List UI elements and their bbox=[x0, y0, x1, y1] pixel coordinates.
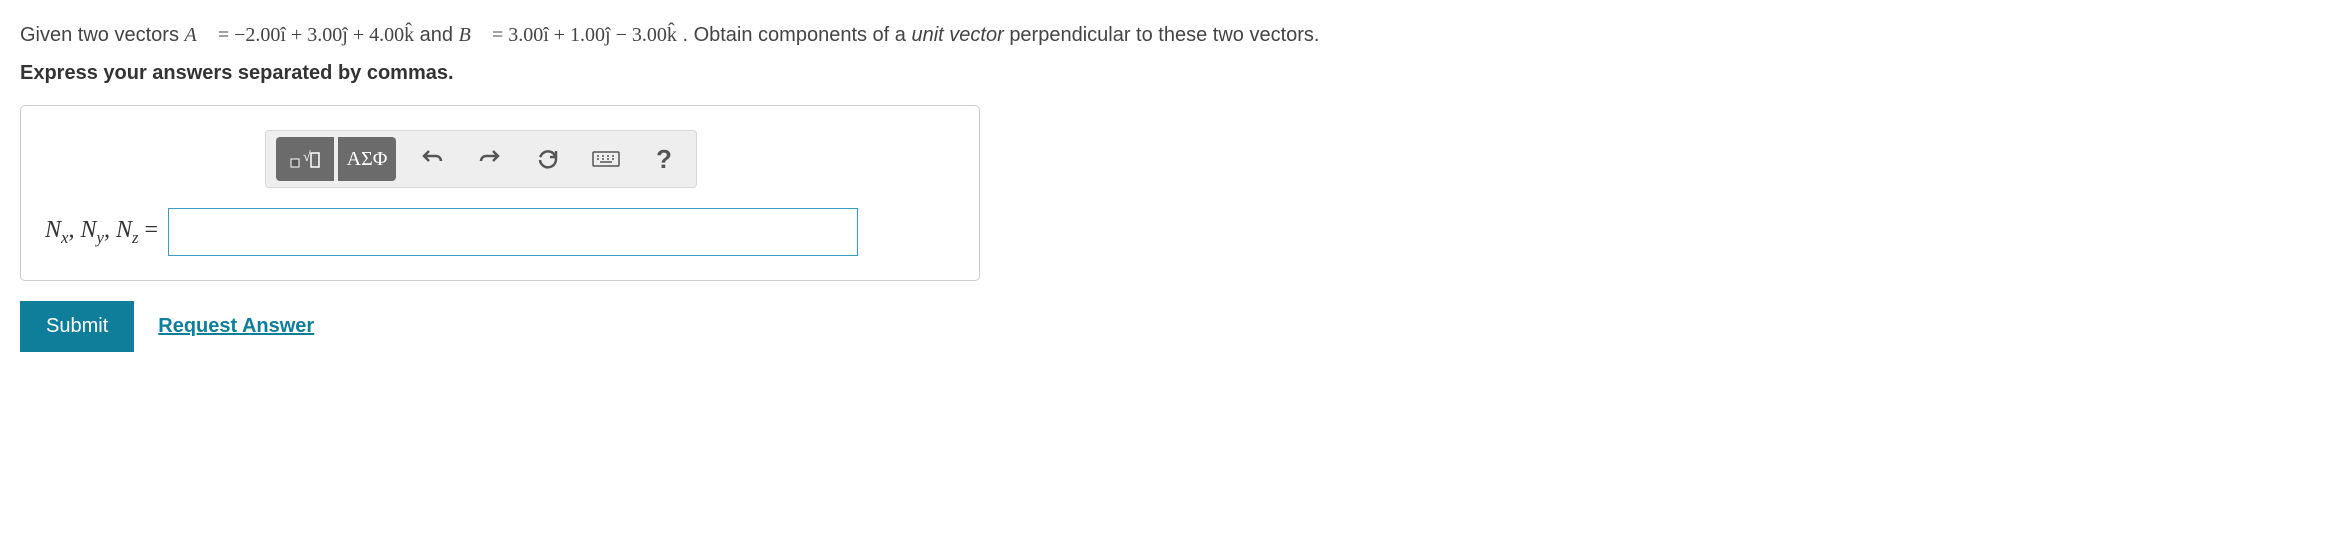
format-group: √ ΑΣΦ bbox=[276, 137, 396, 181]
question-text: Given two vectors A⃗ = −2.00î + 3.00ĵ + … bbox=[20, 20, 2308, 50]
svg-text:√: √ bbox=[303, 150, 311, 165]
question-prefix: Given two vectors bbox=[20, 24, 185, 46]
vector-a-symbol: A⃗ bbox=[185, 24, 213, 46]
nz-label: N bbox=[116, 217, 132, 243]
submit-button[interactable]: Submit bbox=[20, 301, 134, 352]
reset-icon bbox=[536, 147, 560, 171]
redo-icon bbox=[478, 147, 502, 171]
comma2: , bbox=[104, 217, 116, 243]
undo-icon bbox=[420, 147, 444, 171]
vector-b-value: 3.00î + 1.00ĵ − 3.00k̂ bbox=[508, 24, 677, 46]
comma1: , bbox=[68, 217, 80, 243]
and-text: and bbox=[420, 24, 459, 46]
instruction-text: Express your answers separated by commas… bbox=[20, 62, 2308, 85]
answer-label: Nx, Ny, Nz = bbox=[45, 217, 158, 248]
redo-button[interactable] bbox=[468, 139, 512, 179]
help-button[interactable]: ? bbox=[642, 139, 686, 179]
nx-label: N bbox=[45, 217, 61, 243]
answer-input[interactable] bbox=[168, 208, 858, 256]
template-icon: √ bbox=[289, 147, 321, 171]
keyboard-button[interactable] bbox=[584, 139, 628, 179]
answer-row: Nx, Ny, Nz = bbox=[45, 208, 955, 256]
vector-b-symbol: B⃗ bbox=[459, 24, 487, 46]
greek-button[interactable]: ΑΣΦ bbox=[338, 137, 396, 181]
question-suffix: . Obtain components of a bbox=[682, 24, 911, 46]
question-suffix2: perpendicular to these two vectors. bbox=[1009, 24, 1319, 46]
equals-2: = bbox=[492, 24, 508, 46]
request-answer-link[interactable]: Request Answer bbox=[158, 315, 314, 338]
reset-button[interactable] bbox=[526, 139, 570, 179]
equation-toolbar: √ ΑΣΦ bbox=[265, 130, 697, 188]
vector-a-value: −2.00î + 3.00ĵ + 4.00k̂ bbox=[234, 24, 414, 46]
equals-1: = bbox=[218, 24, 234, 46]
template-button[interactable]: √ bbox=[276, 137, 334, 181]
keyboard-icon bbox=[592, 149, 620, 169]
equals-label: = bbox=[138, 217, 158, 243]
submit-row: Submit Request Answer bbox=[20, 301, 2308, 352]
ny-label: N bbox=[80, 217, 96, 243]
undo-button[interactable] bbox=[410, 139, 454, 179]
answer-box: √ ΑΣΦ bbox=[20, 105, 980, 281]
ny-sub: y bbox=[96, 227, 103, 246]
unit-vector-text: unit vector bbox=[911, 24, 1003, 46]
